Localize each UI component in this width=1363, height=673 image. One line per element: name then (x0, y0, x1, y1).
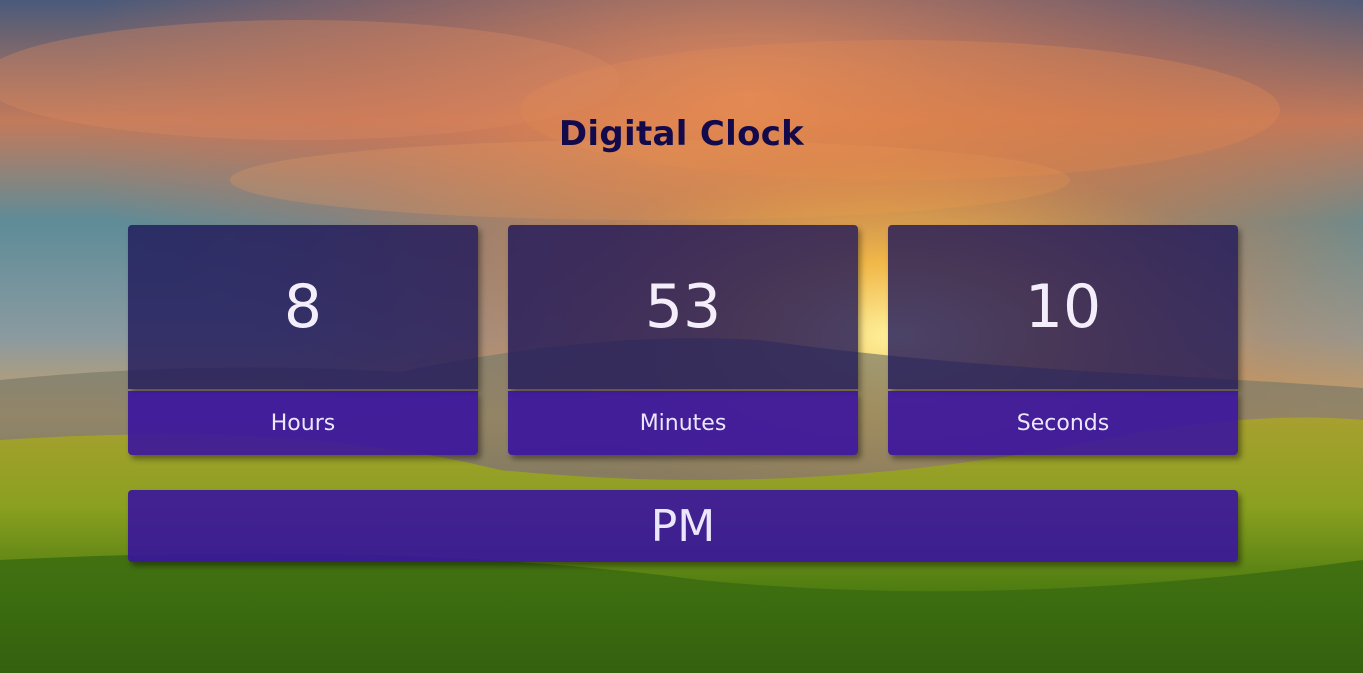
minutes-value: 53 (508, 225, 858, 389)
seconds-value: 10 (888, 225, 1238, 389)
page-title: Digital Clock (558, 114, 805, 154)
hours-unit: 8 Hours (128, 225, 478, 455)
am-pm-indicator: PM (128, 490, 1238, 562)
seconds-label: Seconds (888, 391, 1238, 455)
hours-value: 8 (128, 225, 478, 389)
minutes-unit: 53 Minutes (508, 225, 858, 455)
hours-label: Hours (128, 391, 478, 455)
seconds-unit: 10 Seconds (888, 225, 1238, 455)
minutes-label: Minutes (508, 391, 858, 455)
